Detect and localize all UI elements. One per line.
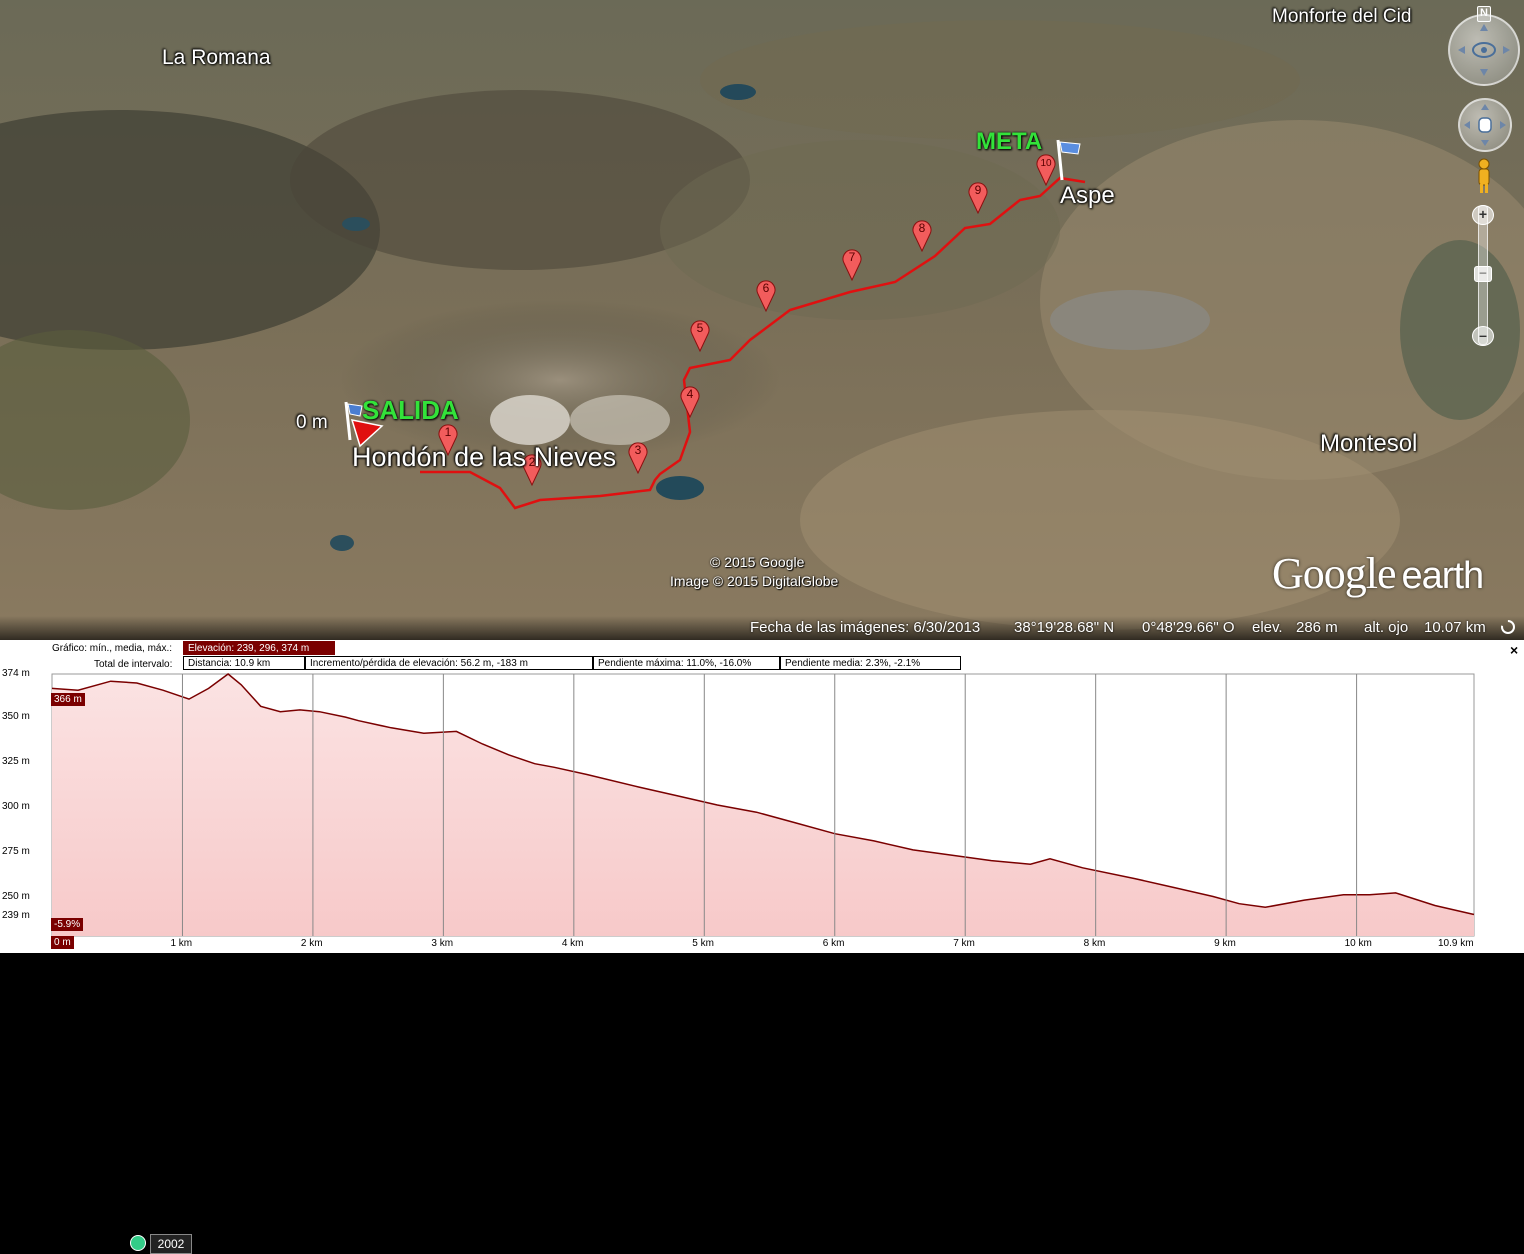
elevation-label: elev. <box>1252 619 1283 636</box>
copyright-digitalglobe: Image © 2015 DigitalGlobe <box>670 573 839 589</box>
x-tick-label: 5 km <box>692 938 714 949</box>
x-tick-label: 2 km <box>300 938 323 949</box>
street-view-pegman-icon[interactable] <box>1474 158 1494 194</box>
waypoint-label: 8 <box>919 221 926 235</box>
end-label[interactable]: META <box>976 128 1042 156</box>
x-tick-label: 10.9 km <box>1438 938 1474 949</box>
waypoint-label: 3 <box>635 443 642 457</box>
latitude: 38°19'28.68" N <box>1014 619 1115 636</box>
eye-altitude-label: alt. ojo <box>1364 619 1409 636</box>
eye-altitude-value: 10.07 km <box>1424 619 1486 636</box>
cursor-slope-tag: -5.9% <box>51 918 84 931</box>
waypoint-label: 6 <box>763 281 770 295</box>
waypoint-label: 10 <box>1040 158 1052 169</box>
end-flag-icon[interactable] <box>1054 136 1084 182</box>
x-tick-label: 8 km <box>1083 938 1106 949</box>
loading-icon <box>1501 620 1515 634</box>
start-elevation-label: 0 m <box>296 412 328 433</box>
x-tick-label: 9 km <box>1214 938 1236 949</box>
y-tick-label: 350 m <box>2 711 30 723</box>
y-tick-label: 325 m <box>2 755 30 767</box>
longitude: 0°48'29.66" O <box>1142 619 1235 636</box>
place-montesol[interactable]: Montesol <box>1320 430 1417 458</box>
cursor-distance-tag: 0 m <box>51 936 74 949</box>
zoom-slider-thumb[interactable]: – <box>1474 266 1492 282</box>
google-earth-logo: Google earth <box>1272 549 1484 598</box>
waypoint-marker-9[interactable]: 9 <box>967 180 989 214</box>
zoom-in-button[interactable]: + <box>1472 205 1494 225</box>
x-tick-label: 10 km <box>1344 938 1372 949</box>
y-tick-label: 275 m <box>2 845 30 857</box>
x-tick-label: 7 km <box>953 938 975 949</box>
start-flag-icon[interactable] <box>342 398 364 442</box>
hand-icon <box>1464 104 1506 146</box>
place-hondon[interactable]: Hondón de las Nieves <box>352 442 616 473</box>
waypoint-marker-7[interactable]: 7 <box>841 247 863 281</box>
y-tick-label: 300 m <box>2 800 30 812</box>
place-la-romana[interactable]: La Romana <box>162 46 271 70</box>
waypoint-marker-5[interactable]: 5 <box>689 318 711 352</box>
year-badge[interactable]: 2002 <box>150 1234 192 1254</box>
place-monforte[interactable]: Monforte del Cid <box>1272 6 1411 28</box>
x-tick-label: 1 km <box>170 938 193 949</box>
place-aspe[interactable]: Aspe <box>1060 182 1115 210</box>
y-tick-label: 239 m <box>2 910 30 922</box>
cursor-elevation-tag: 366 m <box>51 693 85 706</box>
waypoint-label: 5 <box>697 321 704 335</box>
start-label[interactable]: SALIDA <box>362 395 459 426</box>
waypoint-label: 9 <box>975 183 982 197</box>
waypoint-marker-4[interactable]: 4 <box>679 384 701 418</box>
copyright-google: © 2015 Google <box>710 554 805 570</box>
move-control[interactable] <box>1458 98 1512 152</box>
eye-icon <box>1458 24 1510 76</box>
y-tick-label: 374 m <box>2 668 30 679</box>
historical-imagery-clock-icon[interactable] <box>130 1235 146 1251</box>
elevation-profile-panel[interactable]: Gráfico: mín., media, máx.: Elevación: 2… <box>0 640 1524 953</box>
zoom-out-button[interactable]: – <box>1472 326 1494 346</box>
x-tick-label: 3 km <box>431 938 454 949</box>
waypoint-label: 4 <box>687 387 694 401</box>
look-control[interactable] <box>1448 14 1520 86</box>
waypoint-marker-3[interactable]: 3 <box>627 440 649 474</box>
y-tick-label: 250 m <box>2 890 30 902</box>
status-bar: 2002 Fecha de las imágenes: 6/30/2013 38… <box>0 616 1524 1254</box>
waypoint-marker-6[interactable]: 6 <box>755 278 777 312</box>
map-view[interactable]: 1 2 3 4 5 6 7 8 9 10 La Romana Monforte del Cid A… <box>0 0 1524 640</box>
elevation-chart[interactable] <box>0 640 1524 953</box>
waypoint-label: 7 <box>849 250 856 264</box>
terrain-imagery <box>0 0 1524 640</box>
imagery-date: Fecha de las imágenes: 6/30/2013 <box>750 619 981 636</box>
x-tick-label: 4 km <box>561 938 584 949</box>
waypoint-label: 1 <box>445 425 452 439</box>
waypoint-marker-8[interactable]: 8 <box>911 218 933 252</box>
elevation-value: 286 m <box>1296 619 1338 636</box>
x-tick-label: 6 km <box>822 938 845 949</box>
